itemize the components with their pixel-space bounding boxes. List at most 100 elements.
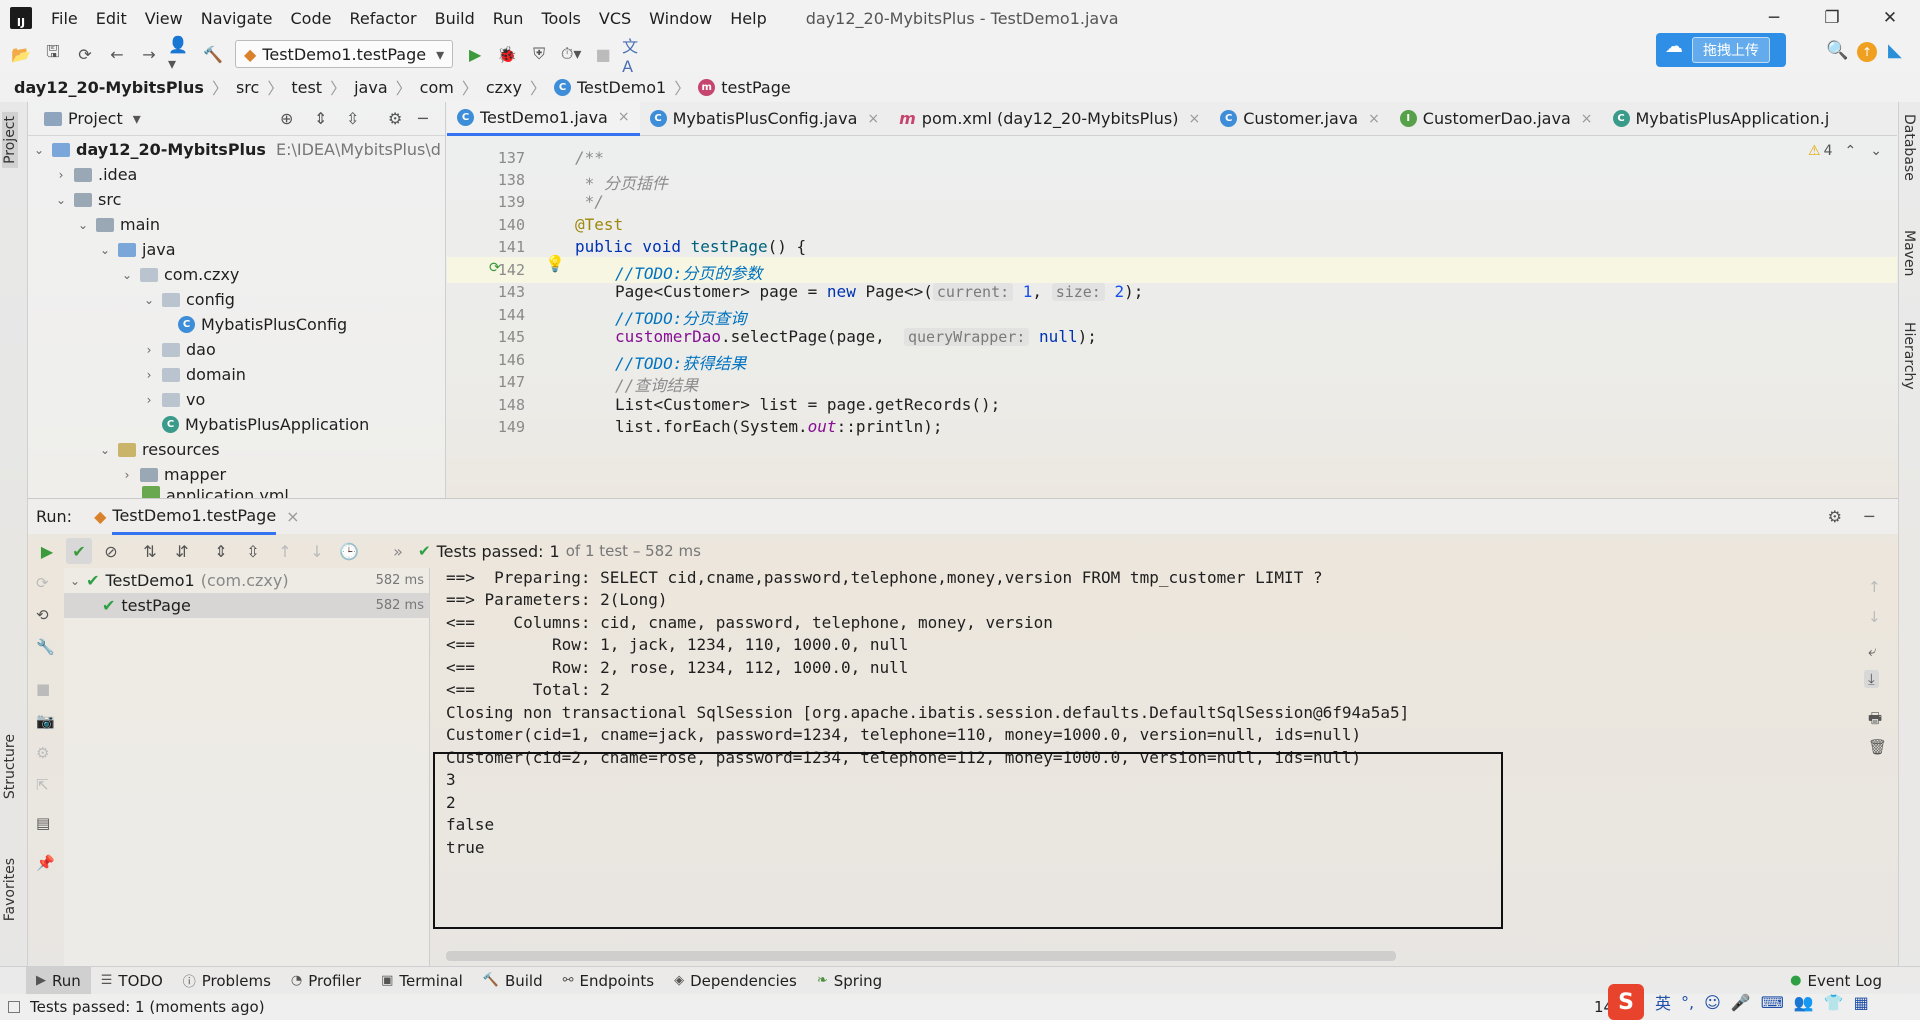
open-folder-icon[interactable]: 📂	[8, 41, 34, 67]
upload-widget[interactable]: ☁ 拖拽上传	[1656, 33, 1786, 67]
search-icon[interactable]: 🔍	[1826, 40, 1848, 61]
close-tab-icon[interactable]: ×	[867, 111, 879, 127]
run-icon[interactable]: ▶	[462, 41, 488, 67]
lightbulb-icon[interactable]: 💡	[545, 254, 565, 273]
collapse-all-icon[interactable]: ⇳	[346, 109, 359, 128]
menu-run[interactable]: Run	[484, 9, 533, 28]
print-icon[interactable]: 🖶	[1868, 708, 1882, 733]
close-tab-icon[interactable]: ×	[286, 507, 299, 526]
scroll-to-end-icon[interactable]: ⤓	[1864, 670, 1879, 688]
stop-icon[interactable]: ■	[590, 41, 616, 67]
tree-node-com-czxy[interactable]: ⌄ com.czxy	[120, 262, 239, 287]
sort-duration-icon[interactable]: ⇵	[169, 538, 195, 564]
test-case-row[interactable]: ✔ testPage 582 ms	[64, 593, 430, 618]
show-ignored-icon[interactable]: ⊘	[98, 538, 124, 564]
collapse-all-icon[interactable]: ⇳	[240, 538, 266, 564]
tree-node-application-yml[interactable]: application.yml	[142, 486, 289, 498]
soft-wrap-icon[interactable]: ⤶	[1868, 642, 1876, 660]
hide-icon[interactable]: ─	[418, 109, 428, 128]
tree-node-dao[interactable]: › dao	[142, 337, 216, 362]
tool-todo[interactable]: ☰ TODO	[91, 967, 173, 995]
tree-node-vo[interactable]: › vo	[142, 387, 206, 412]
menu-window[interactable]: Window	[640, 9, 721, 28]
tree-node-src[interactable]: ⌄ src	[54, 187, 121, 212]
favorites-side-tab[interactable]: Favorites	[2, 858, 18, 921]
gear-icon[interactable]: ⚙	[1828, 507, 1842, 526]
toggle-tool-windows-icon[interactable]	[8, 1001, 20, 1013]
menu-tools[interactable]: Tools	[532, 9, 589, 28]
keyboard-icon[interactable]: ⌨	[1761, 993, 1784, 1012]
tree-node-mapper[interactable]: › mapper	[120, 462, 227, 487]
user-icon[interactable]: 👥	[1794, 993, 1814, 1012]
tab-testdemo1[interactable]: C TestDemo1.java ×	[447, 101, 640, 136]
emoji-icon[interactable]: ☺	[1704, 993, 1721, 1012]
menu-build[interactable]: Build	[426, 9, 484, 28]
tool-dependencies[interactable]: ◈ Dependencies	[664, 967, 807, 995]
build-hammer-icon[interactable]: 🔨	[200, 41, 226, 67]
stop-icon[interactable]: ■	[36, 680, 50, 698]
gear-icon[interactable]: ⚙	[388, 109, 402, 128]
show-passed-icon[interactable]: ✔	[66, 538, 92, 564]
sort-alpha-icon[interactable]: ⇅	[137, 538, 163, 564]
prev-failed-icon[interactable]: ↑	[272, 538, 298, 564]
breadcrumb-czxy[interactable]: czxy	[486, 78, 522, 97]
menu-code[interactable]: Code	[282, 9, 341, 28]
tab-pom[interactable]: m pom.xml (day12_20-MybitsPlus) ×	[889, 102, 1210, 136]
tree-node-root[interactable]: ⌄ day12_20-MybitsPlus E:\IDEA\MybitsPlus…	[32, 137, 441, 162]
expand-all-icon[interactable]: ⇕	[208, 538, 234, 564]
menu-refactor[interactable]: Refactor	[340, 9, 425, 28]
tree-node-idea[interactable]: › .idea	[54, 162, 138, 187]
breadcrumb-java[interactable]: java	[354, 78, 388, 97]
code-editor[interactable]: 137 138 139 140 141 142 143 144 145 146 …	[447, 136, 1897, 498]
mic-icon[interactable]: 🎤	[1731, 993, 1751, 1012]
rerun-icon[interactable]: ▶	[34, 538, 60, 564]
restore-icon[interactable]: ❐	[1804, 0, 1860, 36]
skin-icon[interactable]: 👕	[1824, 993, 1844, 1012]
wrench-icon[interactable]: 🔧	[36, 638, 55, 656]
run-gutter-icon[interactable]: ⟳	[489, 260, 501, 276]
apps-grid-icon[interactable]: ▦	[1854, 993, 1869, 1012]
toggle-auto-test-icon[interactable]: ⟲	[36, 606, 49, 624]
project-view-label[interactable]: Project	[68, 109, 123, 128]
export-icon[interactable]: ⇱	[36, 776, 49, 794]
tool-build[interactable]: 🔨 Build	[473, 967, 553, 995]
hierarchy-side-tab[interactable]: Hierarchy	[1901, 322, 1917, 390]
breadcrumb-project[interactable]: day12_20-MybitsPlus	[14, 78, 204, 97]
tree-node-config[interactable]: ⌄ config	[142, 287, 235, 312]
tree-node-domain[interactable]: › domain	[142, 362, 246, 387]
tab-mybatisplusconfig[interactable]: C MybatisPlusConfig.java ×	[640, 102, 890, 136]
scroll-up-icon[interactable]: ↑	[1868, 578, 1881, 596]
run-tab[interactable]: TestDemo1.testPage	[112, 499, 277, 535]
tree-node-mybatisplusconfig[interactable]: C MybatisPlusConfig	[178, 312, 347, 337]
scroll-down-icon[interactable]: ↓	[1868, 608, 1881, 626]
close-icon[interactable]: ✕	[1862, 0, 1918, 36]
breadcrumb-src[interactable]: src	[236, 78, 259, 97]
tab-mybatisplusapplication[interactable]: C MybatisPlusApplication.j	[1603, 102, 1840, 136]
hide-icon[interactable]: ─	[1864, 507, 1874, 526]
menu-help[interactable]: Help	[721, 9, 775, 28]
minimize-icon[interactable]: ─	[1746, 0, 1802, 36]
sync-icon[interactable]: ⟳	[72, 41, 98, 67]
test-suite-row[interactable]: ⌄ ✔ TestDemo1 (com.czxy) 582 ms	[64, 568, 430, 593]
more-icon[interactable]: »	[385, 538, 411, 564]
database-side-tab[interactable]: Database	[1901, 114, 1917, 181]
rerun-failed-icon[interactable]: ⟳	[36, 574, 49, 592]
tool-profiler[interactable]: ◔ Profiler	[281, 967, 371, 995]
project-side-tab[interactable]: Project	[2, 112, 18, 168]
tool-endpoints[interactable]: ⚯ Endpoints	[553, 967, 664, 995]
pin-icon[interactable]: 📌	[36, 854, 55, 872]
profile-icon[interactable]: ⏱▾	[558, 41, 584, 67]
tool-problems[interactable]: ⓘ Problems	[173, 967, 281, 995]
close-tab-icon[interactable]: ×	[1581, 111, 1593, 127]
tree-node-main[interactable]: ⌄ main	[76, 212, 160, 237]
tool-run[interactable]: ▶ Run	[26, 966, 91, 995]
breadcrumb-testdemo1[interactable]: TestDemo1	[577, 78, 666, 97]
menu-edit[interactable]: Edit	[87, 9, 136, 28]
trash-icon[interactable]: 🗑	[1868, 738, 1887, 756]
structure-side-tab[interactable]: Structure	[2, 734, 18, 799]
jetbrains-icon[interactable]: ◣	[1888, 40, 1902, 61]
menu-view[interactable]: View	[136, 9, 192, 28]
chevron-down-icon[interactable]: ▾	[133, 109, 141, 128]
menu-navigate[interactable]: Navigate	[192, 9, 282, 28]
tool-terminal[interactable]: ▣ Terminal	[371, 967, 473, 995]
